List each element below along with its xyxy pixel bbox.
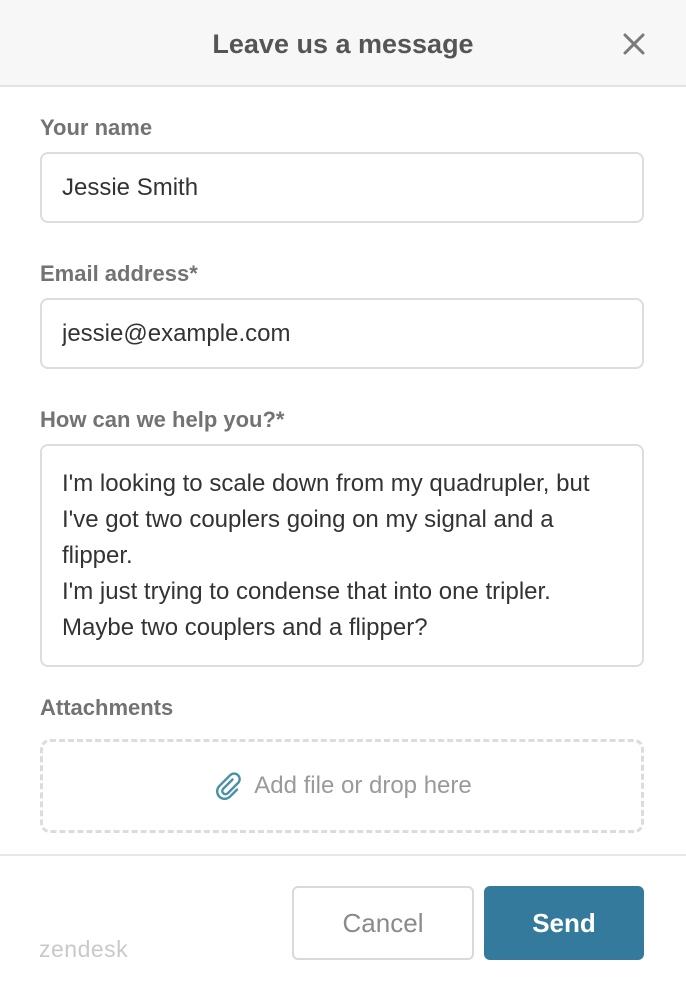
zendesk-logo: zendesk: [39, 936, 129, 962]
widget-header: Leave us a message: [0, 0, 686, 87]
paperclip-icon: [216, 772, 242, 800]
contact-form-widget: Leave us a message Your name Email addre…: [0, 0, 686, 990]
close-button[interactable]: [618, 28, 650, 60]
email-field[interactable]: [40, 298, 644, 369]
dropzone-content: Add file or drop here: [212, 770, 472, 802]
name-label: Your name: [40, 115, 153, 140]
email-label: Email address*: [40, 261, 198, 286]
message-field[interactable]: I'm looking to scale down from my quadru…: [40, 444, 644, 667]
send-button[interactable]: Send: [484, 886, 644, 960]
cancel-button[interactable]: Cancel: [292, 886, 474, 960]
widget-title: Leave us a message: [212, 29, 474, 59]
attachments-label: Attachments: [40, 695, 174, 720]
footer-divider: [0, 854, 686, 856]
attachment-dropzone[interactable]: Add file or drop here: [40, 739, 644, 833]
name-field[interactable]: [40, 152, 644, 223]
dropzone-text: Add file or drop here: [254, 772, 472, 799]
close-icon: [623, 33, 645, 55]
message-label: How can we help you?*: [40, 407, 285, 432]
